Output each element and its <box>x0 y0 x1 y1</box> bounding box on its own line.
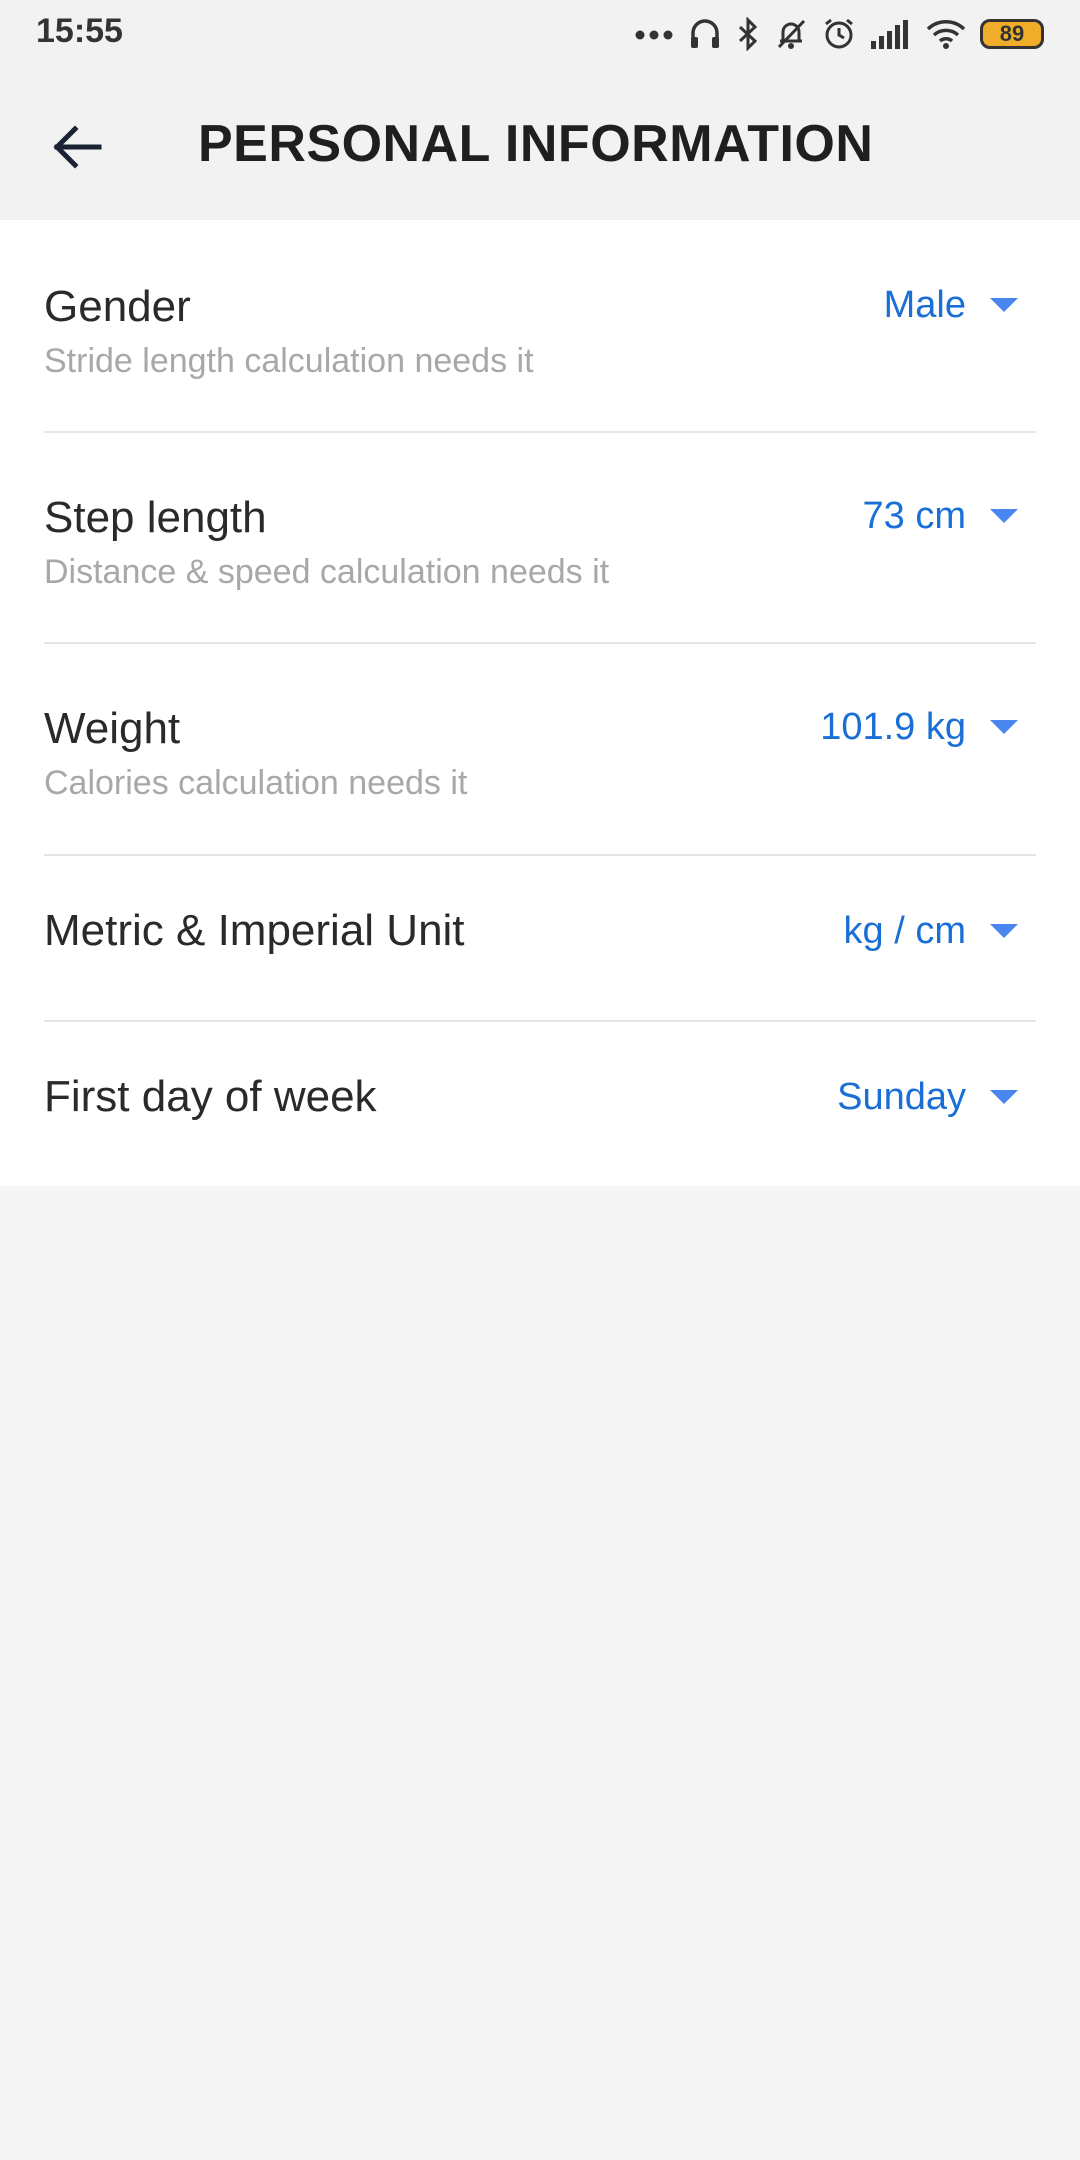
weight-setting-row[interactable]: Weight Calories calculation needs it 101… <box>0 644 1080 854</box>
gender-title: Gender <box>44 282 191 331</box>
weight-subtitle: Calories calculation needs it <box>44 764 468 802</box>
battery-icon: 89 <box>980 19 1044 49</box>
unit-title: Metric & Imperial Unit <box>44 906 465 955</box>
gender-subtitle: Stride length calculation needs it <box>44 342 534 380</box>
settings-card: Gender Stride length calculation needs i… <box>0 220 1080 1186</box>
status-icons: 89 <box>634 12 1044 56</box>
gender-setting-row[interactable]: Gender Stride length calculation needs i… <box>0 220 1080 432</box>
dropdown-caret-icon[interactable] <box>990 720 1018 734</box>
mute-icon <box>777 19 806 49</box>
first-day-setting-row[interactable]: First day of week Sunday <box>0 1022 1080 1186</box>
unit-setting-row[interactable]: Metric & Imperial Unit kg / cm <box>0 856 1080 1020</box>
dropdown-caret-icon[interactable] <box>990 924 1018 938</box>
weight-title: Weight <box>44 704 181 753</box>
back-button[interactable] <box>40 110 114 184</box>
dropdown-caret-icon[interactable] <box>990 298 1018 312</box>
signal-icon <box>871 20 908 49</box>
step-length-subtitle: Distance & speed calculation needs it <box>44 553 610 591</box>
wifi-icon <box>926 20 966 49</box>
weight-value[interactable]: 101.9 kg <box>820 706 966 749</box>
arrow-left-icon <box>53 125 102 169</box>
step-length-setting-row[interactable]: Step length Distance & speed calculation… <box>0 433 1080 643</box>
step-length-value[interactable]: 73 cm <box>863 495 966 538</box>
alarm-icon <box>825 18 853 49</box>
battery-level: 89 <box>999 21 1025 46</box>
more-dots-icon <box>635 30 673 40</box>
headphones-icon <box>691 19 719 48</box>
dropdown-caret-icon[interactable] <box>990 509 1018 523</box>
first-day-title: First day of week <box>44 1072 377 1121</box>
first-day-value[interactable]: Sunday <box>837 1076 966 1119</box>
page-title: PERSONAL INFORMATION <box>198 115 874 173</box>
app-bar: PERSONAL INFORMATION <box>0 70 1080 220</box>
unit-value[interactable]: kg / cm <box>844 910 966 953</box>
dropdown-caret-icon[interactable] <box>990 1090 1018 1104</box>
status-bar: 15:55 89 <box>0 0 1080 70</box>
gender-value[interactable]: Male <box>884 284 966 327</box>
step-length-title: Step length <box>44 493 267 542</box>
status-time: 15:55 <box>36 12 123 50</box>
bluetooth-icon <box>738 17 758 51</box>
